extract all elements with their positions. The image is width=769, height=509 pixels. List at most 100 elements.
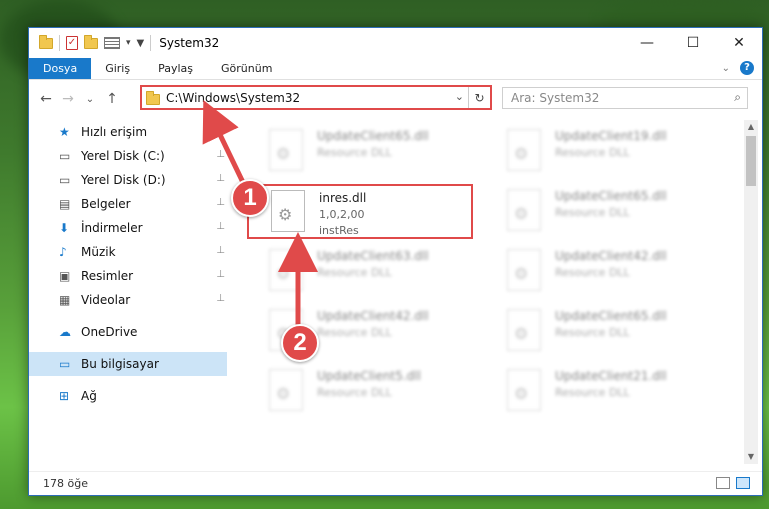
folder-icon <box>39 34 53 49</box>
back-button[interactable]: ← <box>35 91 57 107</box>
file-name: UpdateClient42.dll <box>555 249 667 263</box>
search-icon[interactable]: ⌕ <box>734 90 741 105</box>
file-detail: Resource DLL <box>555 206 630 219</box>
divider <box>150 35 152 51</box>
navigation-bar: ← → ⌄ ↑ C:\Windows\System32 ⌄ ↻ Ara: Sys… <box>29 84 762 114</box>
sidebar-item-3[interactable]: ▤ Belgeler ⊥ <box>29 192 227 216</box>
sidebar-item-label: Yerel Disk (C:) <box>81 149 165 163</box>
dll-file-icon <box>269 129 303 171</box>
pin-icon[interactable]: ⊥ <box>216 269 225 280</box>
file-detail: Resource DLL <box>317 266 392 279</box>
scrollbar-thumb[interactable] <box>746 136 756 186</box>
file-item[interactable]: UpdateClient65.dll Resource DLL <box>485 184 715 236</box>
documents-icon: ▤ <box>59 197 71 211</box>
drive-icon: ▭ <box>59 173 71 187</box>
file-name: UpdateClient21.dll <box>555 369 667 383</box>
sidebar-item-label: Videolar <box>81 293 131 307</box>
pin-icon[interactable]: ⊥ <box>216 197 225 208</box>
tab-share[interactable]: Paylaş <box>144 58 207 79</box>
sidebar-item-label: OneDrive <box>81 325 138 339</box>
window-controls: — ☐ ✕ <box>624 28 762 58</box>
file-item[interactable]: UpdateClient63.dll Resource DLL <box>247 244 477 296</box>
file-detail: 1,0,2,00 <box>319 208 365 221</box>
sidebar-item-5[interactable]: ♪ Müzik ⊥ <box>29 240 227 264</box>
sidebar-item-8[interactable]: ☁ OneDrive <box>29 320 227 344</box>
file-item[interactable]: UpdateClient19.dll Resource DLL <box>485 124 715 176</box>
drive-icon: ▭ <box>59 149 71 163</box>
dll-file-icon <box>507 309 541 351</box>
new-folder-icon[interactable] <box>84 34 98 49</box>
dll-file-icon <box>507 249 541 291</box>
file-list: UpdateClient65.dllResource DLLUpdateClie… <box>227 120 743 464</box>
dll-file-icon <box>507 369 541 411</box>
address-dropdown-icon[interactable]: ⌄ <box>455 90 464 103</box>
tab-home[interactable]: Giriş <box>91 58 144 79</box>
sidebar-item-7[interactable]: ▦ Videolar ⊥ <box>29 288 227 312</box>
sidebar-item-label: Ağ <box>81 389 97 403</box>
dll-file-icon <box>507 129 541 171</box>
tab-view[interactable]: Görünüm <box>207 58 286 79</box>
maximize-button[interactable]: ☐ <box>670 28 716 58</box>
file-name: UpdateClient19.dll <box>555 129 667 143</box>
dll-file-icon <box>507 189 541 231</box>
sidebar-item-6[interactable]: ▣ Resimler ⊥ <box>29 264 227 288</box>
help-icon[interactable]: ? <box>740 61 754 75</box>
dll-file-icon <box>269 369 303 411</box>
file-item[interactable]: UpdateClient5.dll Resource DLL <box>247 364 477 416</box>
sidebar-item-10[interactable]: ⊞ Ağ <box>29 384 227 408</box>
customize-dropdown-icon[interactable]: ▾ <box>126 38 131 48</box>
scroll-up-icon[interactable]: ▲ <box>744 120 758 134</box>
minimize-button[interactable]: — <box>624 28 670 58</box>
expand-ribbon-icon[interactable]: ⌄ <box>722 63 730 74</box>
pin-icon[interactable]: ⊥ <box>216 173 225 184</box>
forward-button[interactable]: → <box>57 91 79 107</box>
file-name: UpdateClient5.dll <box>317 369 421 383</box>
up-button[interactable]: ↑ <box>101 91 123 107</box>
recent-locations-button[interactable]: ⌄ <box>79 94 101 105</box>
address-path[interactable]: C:\Windows\System32 <box>166 91 300 105</box>
pin-icon[interactable]: ⊥ <box>216 149 225 160</box>
sidebar-item-label: Resimler <box>81 269 134 283</box>
customize-toolbar-icon[interactable]: ▼ <box>137 38 145 49</box>
scroll-down-icon[interactable]: ▼ <box>744 450 758 464</box>
file-name: UpdateClient65.dll <box>555 189 667 203</box>
pin-icon[interactable]: ⊥ <box>216 293 225 304</box>
pin-icon[interactable]: ⊥ <box>216 221 225 232</box>
search-box[interactable]: Ara: System32 ⌕ <box>502 87 748 109</box>
sidebar-item-2[interactable]: ▭ Yerel Disk (D:) ⊥ <box>29 168 227 192</box>
view-icon[interactable] <box>104 37 120 49</box>
address-bar[interactable]: C:\Windows\System32 ⌄ ↻ <box>140 85 492 110</box>
network-icon: ⊞ <box>59 389 70 403</box>
step-1-badge: 1 <box>231 179 269 217</box>
pin-icon[interactable]: ⊥ <box>216 245 225 256</box>
sidebar-item-9[interactable]: ▭ Bu bilgisayar <box>29 352 227 376</box>
dll-file-icon <box>271 190 305 232</box>
file-detail: Resource DLL <box>317 386 392 399</box>
onedrive-icon: ☁ <box>59 325 71 339</box>
tab-file[interactable]: Dosya <box>29 58 92 79</box>
sidebar-item-1[interactable]: ▭ Yerel Disk (C:) ⊥ <box>29 144 227 168</box>
close-button[interactable]: ✕ <box>716 28 762 58</box>
file-item-highlighted[interactable]: inres.dll 1,0,2,00 instRes <box>247 184 473 239</box>
sidebar-item-label: İndirmeler <box>81 221 143 235</box>
vertical-scrollbar[interactable]: ▲ ▼ <box>744 120 758 464</box>
file-detail-2: instRes <box>319 224 359 237</box>
sidebar-item-0[interactable]: ★ Hızlı erişim <box>29 120 227 144</box>
file-item[interactable]: UpdateClient21.dll Resource DLL <box>485 364 715 416</box>
file-item[interactable]: UpdateClient42.dll Resource DLL <box>485 244 715 296</box>
file-item[interactable]: UpdateClient65.dll Resource DLL <box>485 304 715 356</box>
sidebar-item-4[interactable]: ⬇ İndirmeler ⊥ <box>29 216 227 240</box>
sidebar-item-label: Hızlı erişim <box>81 125 148 139</box>
tiles-view-icon[interactable] <box>736 477 750 489</box>
computer-icon: ▭ <box>59 357 71 371</box>
search-placeholder: Ara: System32 <box>511 91 600 105</box>
file-detail: Resource DLL <box>555 146 630 159</box>
file-item[interactable]: UpdateClient65.dll Resource DLL <box>247 124 477 176</box>
file-name: UpdateClient65.dll <box>555 309 667 323</box>
refresh-button[interactable]: ↻ <box>468 87 490 108</box>
details-view-icon[interactable] <box>716 477 730 489</box>
properties-icon[interactable]: ✓ <box>66 36 78 50</box>
ribbon-tabs: Dosya Giriş Paylaş Görünüm ⌄ ? <box>29 58 762 80</box>
